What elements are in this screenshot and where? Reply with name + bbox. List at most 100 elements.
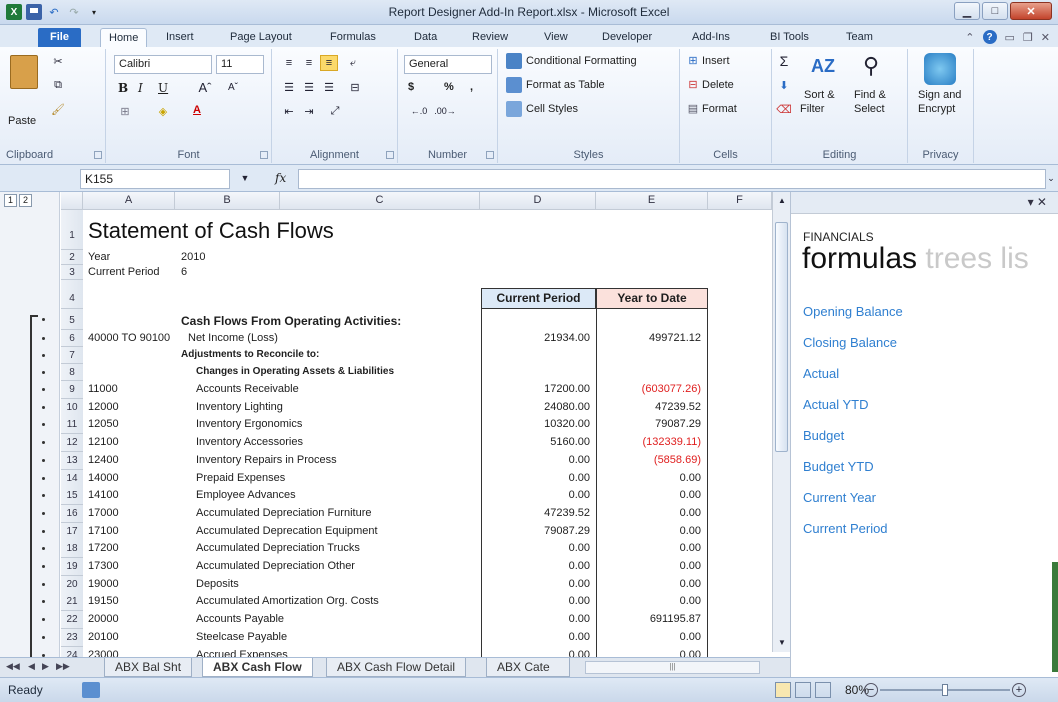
select-label[interactable]: Select xyxy=(854,103,885,115)
row-header[interactable]: 2 xyxy=(61,250,83,265)
percent-button[interactable]: % xyxy=(444,81,454,93)
align-right-icon[interactable]: ☰ xyxy=(320,79,338,95)
binoculars-icon[interactable]: ⚲ xyxy=(856,51,886,81)
clear-icon[interactable]: ⌫ xyxy=(776,101,792,117)
account-code[interactable]: 12000 xyxy=(88,401,119,413)
column-header-e[interactable]: E xyxy=(596,192,708,210)
account-description[interactable]: Accumulated Amortization Org. Costs xyxy=(196,595,476,607)
fill-color-icon[interactable]: ◈ xyxy=(154,103,172,119)
row-header[interactable]: 5 xyxy=(61,309,83,330)
tab-home[interactable]: Home xyxy=(100,28,148,47)
row-header[interactable]: 3 xyxy=(61,265,83,280)
grow-font-icon[interactable]: Aˆ xyxy=(192,79,218,95)
minimize-button[interactable]: ▁ xyxy=(954,2,980,20)
row-header[interactable]: 21 xyxy=(61,593,83,611)
account-code[interactable]: 23000 xyxy=(88,649,119,657)
delete-button[interactable]: Delete xyxy=(702,79,734,91)
align-top-icon[interactable]: ≡ xyxy=(280,55,298,71)
align-left-icon[interactable]: ☰ xyxy=(280,79,298,95)
number-format-select[interactable]: General xyxy=(404,55,492,74)
fill-icon[interactable]: ⬇ xyxy=(776,77,792,93)
currency-button[interactable]: $ xyxy=(408,81,414,93)
underline-button[interactable]: U xyxy=(158,81,168,95)
pane-options-icon[interactable]: ▾ ✕ xyxy=(1028,195,1047,209)
paste-button[interactable]: Paste xyxy=(8,115,36,127)
format-cells-icon[interactable]: ▤ xyxy=(686,101,700,115)
decrease-decimal-icon[interactable]: .00→ xyxy=(434,103,456,119)
account-code[interactable]: 17000 xyxy=(88,507,119,519)
doc-restore-icon[interactable]: ❐ xyxy=(1023,31,1033,44)
delete-cells-icon[interactable]: ⊟ xyxy=(686,77,700,91)
account-code[interactable]: 17200 xyxy=(88,542,119,554)
insert-function-icon[interactable]: fx xyxy=(275,171,286,185)
conditional-formatting-icon[interactable] xyxy=(506,53,522,69)
conditional-formatting-button[interactable]: Conditional Formatting xyxy=(526,55,637,67)
row-header[interactable]: 9 xyxy=(61,381,83,399)
current-period-value[interactable]: 5160.00 xyxy=(482,436,590,448)
formula-input[interactable] xyxy=(298,169,1046,189)
current-period-value[interactable]: 0.00 xyxy=(482,595,590,607)
column-header-c[interactable]: C xyxy=(280,192,480,210)
pane-item-budget[interactable]: Budget xyxy=(803,428,844,443)
year-to-date-value[interactable]: 0.00 xyxy=(597,560,701,572)
row-header[interactable]: 22 xyxy=(61,611,83,629)
row-header[interactable]: 14 xyxy=(61,470,83,488)
horizontal-scrollbar[interactable]: ||| xyxy=(585,661,760,674)
pane-item-opening-balance[interactable]: Opening Balance xyxy=(803,304,903,319)
borders-icon[interactable]: ⊞ xyxy=(116,103,134,119)
tab-review[interactable]: Review xyxy=(464,28,516,47)
account-description[interactable]: Accumulated Depreciation Furniture xyxy=(196,507,476,519)
account-code[interactable]: 12050 xyxy=(88,418,119,430)
row-header[interactable]: 13 xyxy=(61,452,83,470)
year-to-date-value[interactable]: 0.00 xyxy=(597,525,701,537)
insert-cells-icon[interactable]: ⊞ xyxy=(686,53,700,67)
pane-item-closing-balance[interactable]: Closing Balance xyxy=(803,335,897,350)
maximize-button[interactable]: □ xyxy=(982,2,1008,20)
account-code[interactable]: 17100 xyxy=(88,525,119,537)
outline-level-1-button[interactable]: 1 xyxy=(4,194,17,207)
tab-page-layout[interactable]: Page Layout xyxy=(222,28,300,47)
account-description[interactable]: Employee Advances xyxy=(196,489,476,501)
account-code[interactable]: 17300 xyxy=(88,560,119,572)
row-header[interactable]: 17 xyxy=(61,523,83,541)
sheet-tab-cate[interactable]: ABX Cate xyxy=(486,658,570,677)
year-to-date-value[interactable]: 0.00 xyxy=(597,472,701,484)
row-header[interactable]: 4 xyxy=(61,280,83,309)
tab-formulas[interactable]: Formulas xyxy=(322,28,384,47)
find-select-button[interactable]: Find & xyxy=(854,89,886,101)
current-period-value[interactable]: 0.00 xyxy=(482,542,590,554)
account-code[interactable]: 11000 xyxy=(88,383,118,395)
column-header-d[interactable]: D xyxy=(480,192,596,210)
current-period-value[interactable]: 0.00 xyxy=(482,613,590,625)
italic-button[interactable]: I xyxy=(138,81,143,95)
name-box[interactable]: K155 xyxy=(80,169,230,189)
comma-button[interactable]: , xyxy=(470,81,473,93)
insert-button[interactable]: Insert xyxy=(702,55,730,67)
sign-encrypt-button[interactable]: Sign and xyxy=(918,89,961,101)
column-header-a[interactable]: A xyxy=(83,192,175,210)
increase-decimal-icon[interactable]: ←.0 xyxy=(408,103,430,119)
shrink-font-icon[interactable]: Aˇ xyxy=(220,79,246,95)
last-sheet-icon[interactable]: ▶▶ xyxy=(56,661,70,672)
expand-formula-bar-icon[interactable]: ⌄ xyxy=(1046,171,1056,185)
align-center-icon[interactable]: ☰ xyxy=(300,79,318,95)
sign-encrypt-icon[interactable] xyxy=(924,53,956,85)
decrease-indent-icon[interactable]: ⇤ xyxy=(280,103,298,119)
zoom-out-icon[interactable]: − xyxy=(864,683,878,697)
pane-item-budget-ytd[interactable]: Budget YTD xyxy=(803,459,874,474)
next-sheet-icon[interactable]: ▶ xyxy=(42,661,49,672)
tab-bi-tools[interactable]: BI Tools xyxy=(762,28,817,47)
vertical-scroll-thumb[interactable] xyxy=(775,222,788,452)
year-to-date-value[interactable]: 0.00 xyxy=(597,631,701,643)
row-header[interactable]: 18 xyxy=(61,540,83,558)
row-header[interactable]: 24 xyxy=(61,647,83,657)
format-as-table-button[interactable]: Format as Table xyxy=(526,79,605,91)
account-description[interactable]: Accounts Payable xyxy=(196,613,476,625)
current-period-value[interactable]: 0.00 xyxy=(482,631,590,643)
minimize-ribbon-icon[interactable]: ⌃ xyxy=(965,31,974,44)
row-header[interactable]: 16 xyxy=(61,505,83,523)
page-layout-view-icon[interactable] xyxy=(795,682,811,698)
zoom-slider-thumb[interactable] xyxy=(942,684,948,696)
year-to-date-value[interactable]: 0.00 xyxy=(597,595,701,607)
current-period-value[interactable]: 0.00 xyxy=(482,578,590,590)
